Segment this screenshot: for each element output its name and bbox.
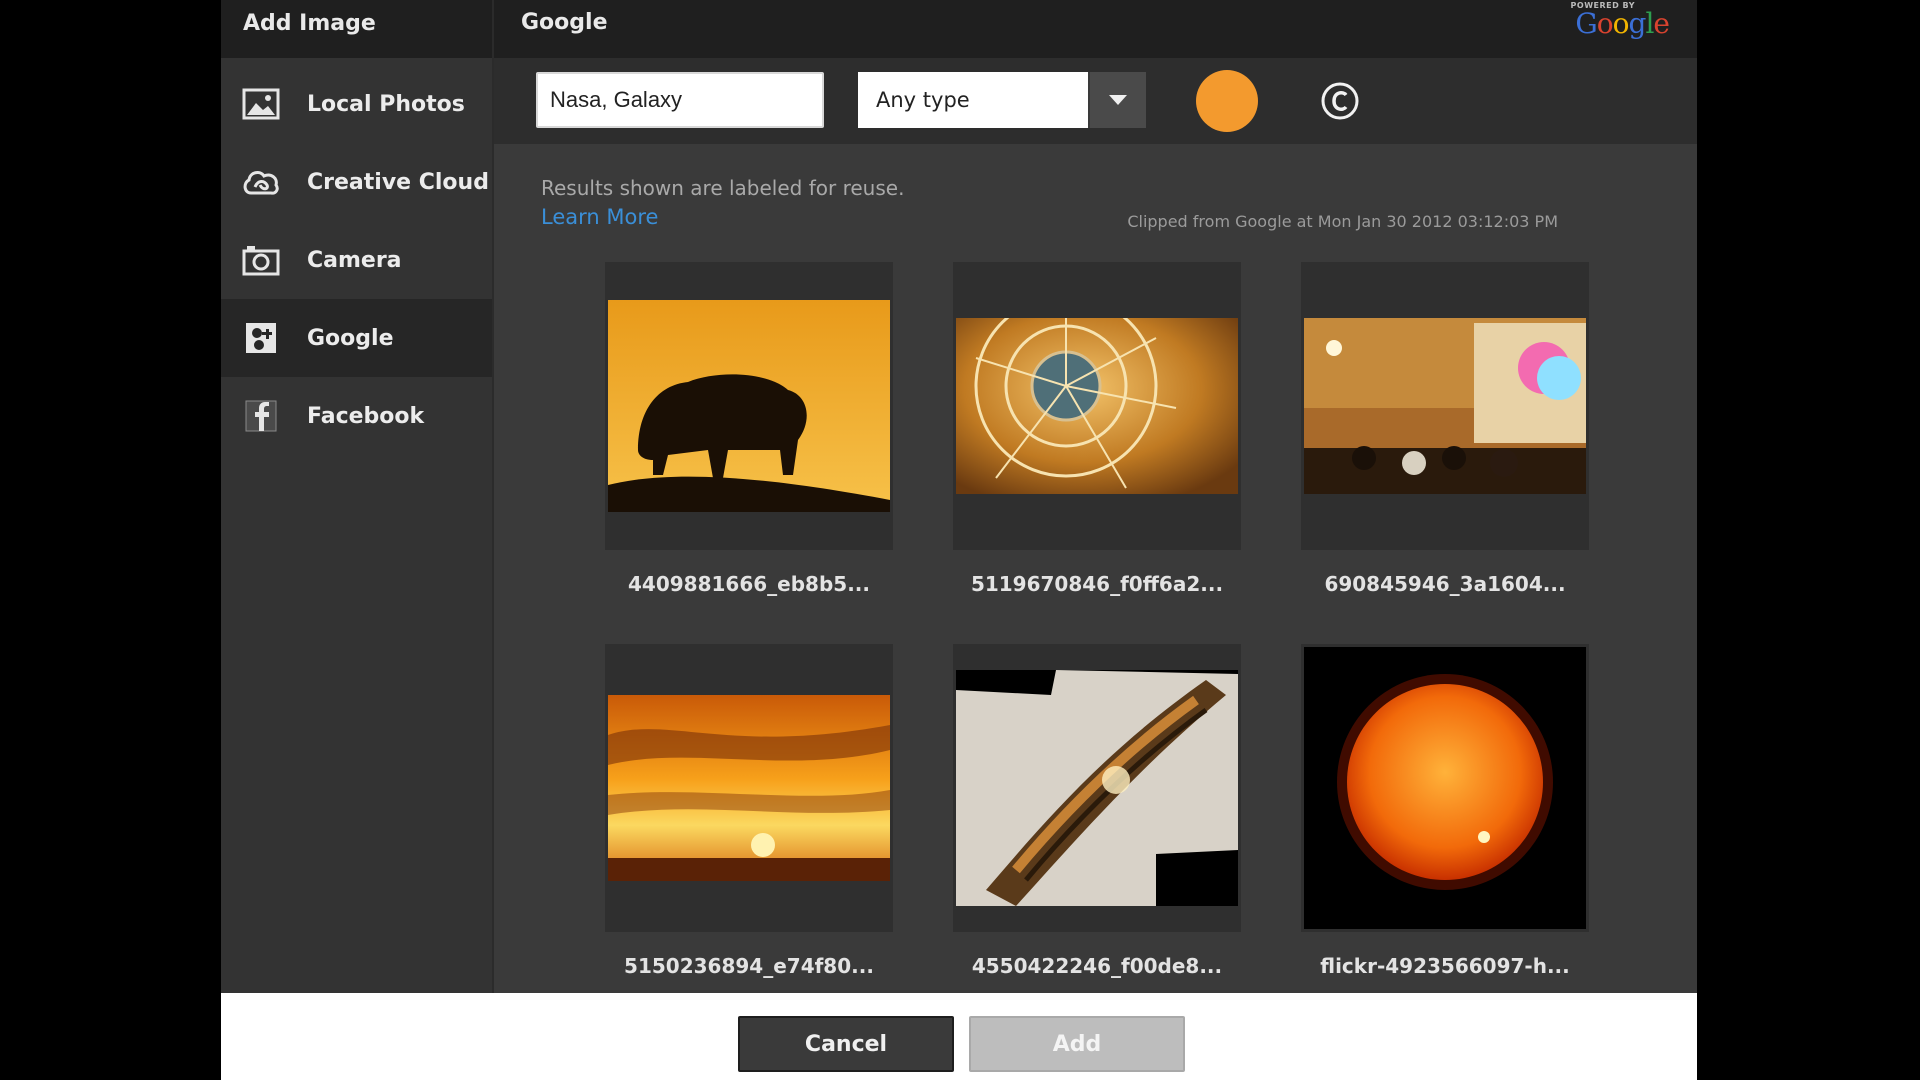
result-item[interactable]: 5119670846_f0ff6a2...	[953, 262, 1241, 596]
result-filename: 4409881666_eb8b5...	[628, 572, 870, 596]
result-item[interactable]: flickr-4923566097-h...	[1301, 644, 1589, 978]
result-filename: 5119670846_f0ff6a2...	[970, 572, 1224, 596]
result-thumbnail[interactable]	[953, 262, 1241, 550]
result-filename: 690845946_3a1604...	[1324, 572, 1566, 596]
result-thumbnail[interactable]	[1301, 644, 1589, 932]
lecture-room-image	[1304, 318, 1586, 494]
bison-silhouette-image	[608, 300, 890, 512]
result-item[interactable]: 4550422246_f00de8...	[953, 644, 1241, 978]
search-input[interactable]	[536, 72, 824, 128]
result-thumbnail[interactable]	[605, 262, 893, 550]
main-header: Google POWERED BY Google	[494, 0, 1697, 58]
sidebar-item-camera[interactable]: Camera	[221, 221, 492, 299]
type-dropdown-value: Any type	[858, 72, 1088, 128]
powered-by-google-logo: POWERED BY Google	[1571, 2, 1670, 40]
google-icon	[241, 318, 281, 358]
results-area: Results shown are labeled for reuse. Lea…	[494, 144, 1697, 993]
sidebar: Add Image Local Photos Creative Cloud Ca…	[221, 0, 494, 993]
sidebar-item-google[interactable]: Google	[221, 299, 492, 377]
sidebar-item-label: Camera	[307, 247, 402, 273]
sidebar-item-local-photos[interactable]: Local Photos	[221, 65, 492, 143]
add-image-dialog: Add Image Local Photos Creative Cloud Ca…	[221, 0, 1697, 1080]
chevron-down-icon[interactable]	[1088, 72, 1146, 128]
result-filename: 5150236894_e74f80...	[624, 954, 874, 978]
sidebar-item-facebook[interactable]: Facebook	[221, 377, 492, 455]
creative-cloud-icon	[241, 162, 281, 202]
sidebar-item-label: Local Photos	[307, 91, 465, 117]
facebook-icon	[241, 396, 281, 436]
type-dropdown[interactable]: Any type	[858, 72, 1146, 128]
result-thumbnail[interactable]	[605, 644, 893, 932]
galaxy-image	[956, 670, 1238, 906]
clipped-timestamp: Clipped from Google at Mon Jan 30 2012 0…	[1127, 212, 1558, 231]
dialog-footer: Cancel Add	[221, 993, 1697, 1080]
search-toolbar: Any type	[494, 58, 1697, 144]
sidebar-item-label: Creative Cloud	[307, 169, 489, 195]
cancel-button[interactable]: Cancel	[738, 1016, 954, 1072]
result-item[interactable]: 690845946_3a1604...	[1301, 262, 1589, 596]
result-filename: 4550422246_f00de8...	[971, 954, 1223, 978]
result-thumbnail[interactable]	[1301, 262, 1589, 550]
result-item[interactable]: 4409881666_eb8b5...	[605, 262, 893, 596]
sidebar-title: Add Image	[221, 0, 492, 58]
add-button[interactable]: Add	[969, 1016, 1185, 1072]
google-wordmark: Google	[1575, 7, 1670, 40]
sidebar-item-label: Facebook	[307, 403, 425, 429]
reuse-notice: Results shown are labeled for reuse.	[541, 176, 905, 200]
main-panel: Google POWERED BY Google Any type Result…	[494, 0, 1697, 993]
sidebar-item-label: Google	[307, 325, 394, 351]
color-filter-button[interactable]	[1196, 70, 1258, 132]
sidebar-item-creative-cloud[interactable]: Creative Cloud	[221, 143, 492, 221]
sun-image	[1304, 647, 1586, 929]
panel-title: Google	[521, 10, 608, 35]
sunset-image	[608, 695, 890, 881]
result-filename: flickr-4923566097-h...	[1320, 954, 1570, 978]
result-thumbnail[interactable]	[953, 644, 1241, 932]
ammonite-fossil-image	[956, 318, 1238, 494]
camera-icon	[241, 240, 281, 280]
image-icon	[241, 84, 281, 124]
copyright-icon[interactable]	[1320, 81, 1360, 121]
result-item[interactable]: 5150236894_e74f80...	[605, 644, 893, 978]
learn-more-link[interactable]: Learn More	[541, 205, 658, 229]
